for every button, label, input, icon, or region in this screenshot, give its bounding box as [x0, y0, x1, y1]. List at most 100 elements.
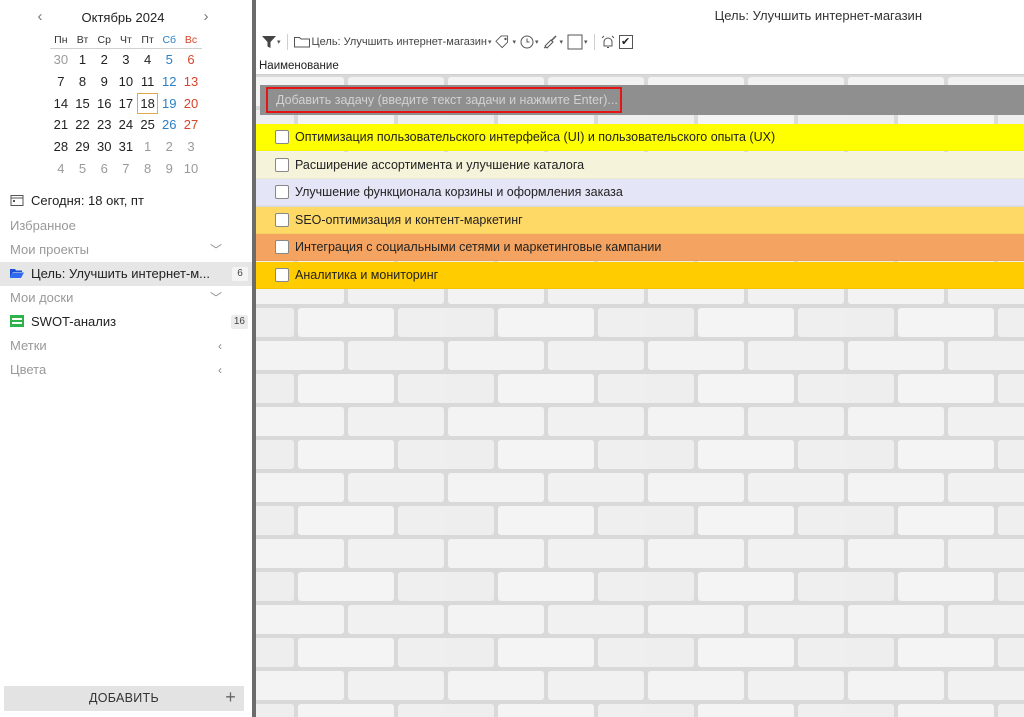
folder-open-icon: [10, 269, 24, 278]
calendar-day[interactable]: 12: [158, 71, 180, 93]
calendar-day[interactable]: 28: [50, 136, 72, 158]
task-label: Расширение ассортимента и улучшение ката…: [295, 157, 585, 172]
alarm-button[interactable]: [601, 32, 615, 52]
next-month-button[interactable]: ›: [196, 8, 216, 28]
calendar-day[interactable]: 14: [50, 93, 72, 115]
calendar-day[interactable]: 15: [72, 93, 94, 115]
my-projects-label: Мои проекты: [10, 242, 89, 257]
calendar-day[interactable]: 7: [115, 158, 137, 180]
task-checkbox[interactable]: [275, 157, 289, 172]
calendar-day[interactable]: 5: [72, 158, 94, 180]
today-label: Сегодня: 18 окт, пт: [31, 193, 144, 208]
calendar-day[interactable]: 31: [115, 136, 137, 158]
calendar-day[interactable]: 23: [93, 114, 115, 136]
calendar-day[interactable]: 1: [72, 49, 94, 71]
filter-button[interactable]: ▾: [262, 32, 281, 52]
calendar-day[interactable]: 10: [180, 158, 202, 180]
project-selector[interactable]: Цель: Улучшить интернет-магазин ▾: [293, 32, 491, 52]
calendar-day[interactable]: 10: [115, 71, 137, 93]
sidebar-item-board[interactable]: SWOT-анализ 16: [0, 310, 252, 334]
board-count-badge: 16: [230, 315, 248, 329]
calendar-day[interactable]: 27: [180, 114, 202, 136]
toolbar-separator: [593, 34, 595, 50]
chevron-down-icon[interactable]: ﹀: [210, 238, 222, 262]
calendar-day[interactable]: 25: [137, 114, 159, 136]
time-button[interactable]: ▾: [520, 32, 539, 52]
task-checkbox[interactable]: [275, 185, 289, 199]
favorites-label: Избранное: [10, 218, 76, 233]
task-row[interactable]: Интеграция с социальными сетями и маркет…: [256, 234, 1024, 261]
calendar-day[interactable]: 3: [180, 136, 202, 158]
square-icon: [567, 34, 583, 50]
calendar-day[interactable]: 24: [115, 114, 137, 136]
colors-section[interactable]: Цвета ‹: [0, 358, 252, 382]
tags-label: Метки: [10, 338, 47, 353]
weekday-label: Вс: [180, 32, 202, 49]
favorites-section[interactable]: Избранное: [0, 214, 252, 238]
calendar-day[interactable]: 4: [137, 49, 159, 71]
chevron-down-icon[interactable]: ﹀: [210, 286, 222, 310]
folder-icon: [293, 37, 310, 48]
calendar-day[interactable]: 18: [136, 92, 159, 115]
calendar-day[interactable]: 2: [158, 136, 180, 158]
calendar-icon: [10, 195, 24, 206]
show-completed-checkbox[interactable]: ✔: [618, 35, 633, 49]
clean-button[interactable]: ▾: [543, 32, 563, 52]
calendar-day[interactable]: 4: [50, 158, 72, 180]
alarm-icon: [601, 35, 614, 48]
task-checkbox[interactable]: [275, 212, 289, 227]
plus-icon: +: [225, 687, 236, 707]
calendar-day[interactable]: 20: [180, 93, 202, 115]
broom-icon: [543, 35, 557, 49]
calendar-day[interactable]: 9: [158, 158, 180, 180]
add-task-bar: [260, 85, 1024, 115]
calendar-day[interactable]: 26: [158, 114, 180, 136]
calendar-day[interactable]: 30: [93, 136, 115, 158]
task-row[interactable]: Расширение ассортимента и улучшение ката…: [256, 151, 1024, 179]
my-boards-section[interactable]: Мои доски ﹀: [0, 286, 252, 310]
tag-button[interactable]: ▾: [495, 32, 516, 52]
task-checkbox[interactable]: [275, 130, 289, 144]
calendar-day[interactable]: 11: [137, 71, 159, 93]
chevron-left-icon[interactable]: ‹: [218, 334, 222, 358]
task-checkbox[interactable]: [275, 240, 289, 254]
calendar-day[interactable]: 13: [180, 71, 202, 93]
clock-icon: [520, 35, 534, 49]
sidebar-item-project[interactable]: Цель: Улучшить интернет-м... 6: [0, 262, 252, 286]
project-count-badge: 6: [232, 267, 248, 281]
column-header-name[interactable]: Наименование: [256, 58, 1024, 75]
calendar-day[interactable]: 21: [50, 114, 72, 136]
tags-section[interactable]: Метки ‹: [0, 334, 252, 358]
calendar-day[interactable]: 30: [50, 49, 72, 71]
calendar-day[interactable]: 7: [50, 71, 72, 93]
add-task-input[interactable]: [266, 87, 622, 113]
calendar-day[interactable]: 29: [72, 136, 94, 158]
my-projects-section[interactable]: Мои проекты ﹀: [0, 238, 252, 262]
calendar-day[interactable]: 8: [72, 71, 94, 93]
calendar-day[interactable]: 8: [137, 158, 159, 180]
calendar-day[interactable]: 6: [93, 158, 115, 180]
task-row[interactable]: Улучшение функционала корзины и оформлен…: [256, 179, 1024, 206]
calendar-day[interactable]: 3: [115, 49, 137, 71]
task-checkbox[interactable]: [275, 267, 289, 282]
calendar-day[interactable]: 19: [158, 93, 180, 115]
calendar-day[interactable]: 22: [72, 114, 94, 136]
prev-month-button[interactable]: ‹: [30, 8, 50, 28]
calendar-day[interactable]: 16: [93, 93, 115, 115]
toolbar: ▾ Цель: Улучшить интернет-магазин ▾ ▾ ▾ ▾…: [262, 32, 633, 52]
today-item[interactable]: Сегодня: 18 окт, пт: [0, 189, 252, 213]
calendar-day[interactable]: 5: [158, 49, 180, 71]
task-row[interactable]: Аналитика и мониторинг: [256, 261, 1024, 289]
calendar-day[interactable]: 17: [115, 93, 137, 115]
color-button[interactable]: ▾: [567, 32, 588, 52]
calendar-day[interactable]: 6: [180, 49, 202, 71]
chevron-left-icon[interactable]: ‹: [218, 358, 222, 382]
calendar-day[interactable]: 9: [93, 71, 115, 93]
top-bar: Цель: Улучшить интернет-магазин ▾ Цель: …: [256, 0, 1024, 60]
weekday-label: Пн: [50, 32, 72, 49]
add-button[interactable]: ДОБАВИТЬ +: [4, 686, 244, 711]
calendar-day[interactable]: 2: [93, 49, 115, 71]
task-row[interactable]: Оптимизация пользовательского интерфейса…: [256, 124, 1024, 151]
calendar-day[interactable]: 1: [137, 136, 159, 158]
task-row[interactable]: SEO-оптимизация и контент-маркетинг: [256, 206, 1024, 234]
